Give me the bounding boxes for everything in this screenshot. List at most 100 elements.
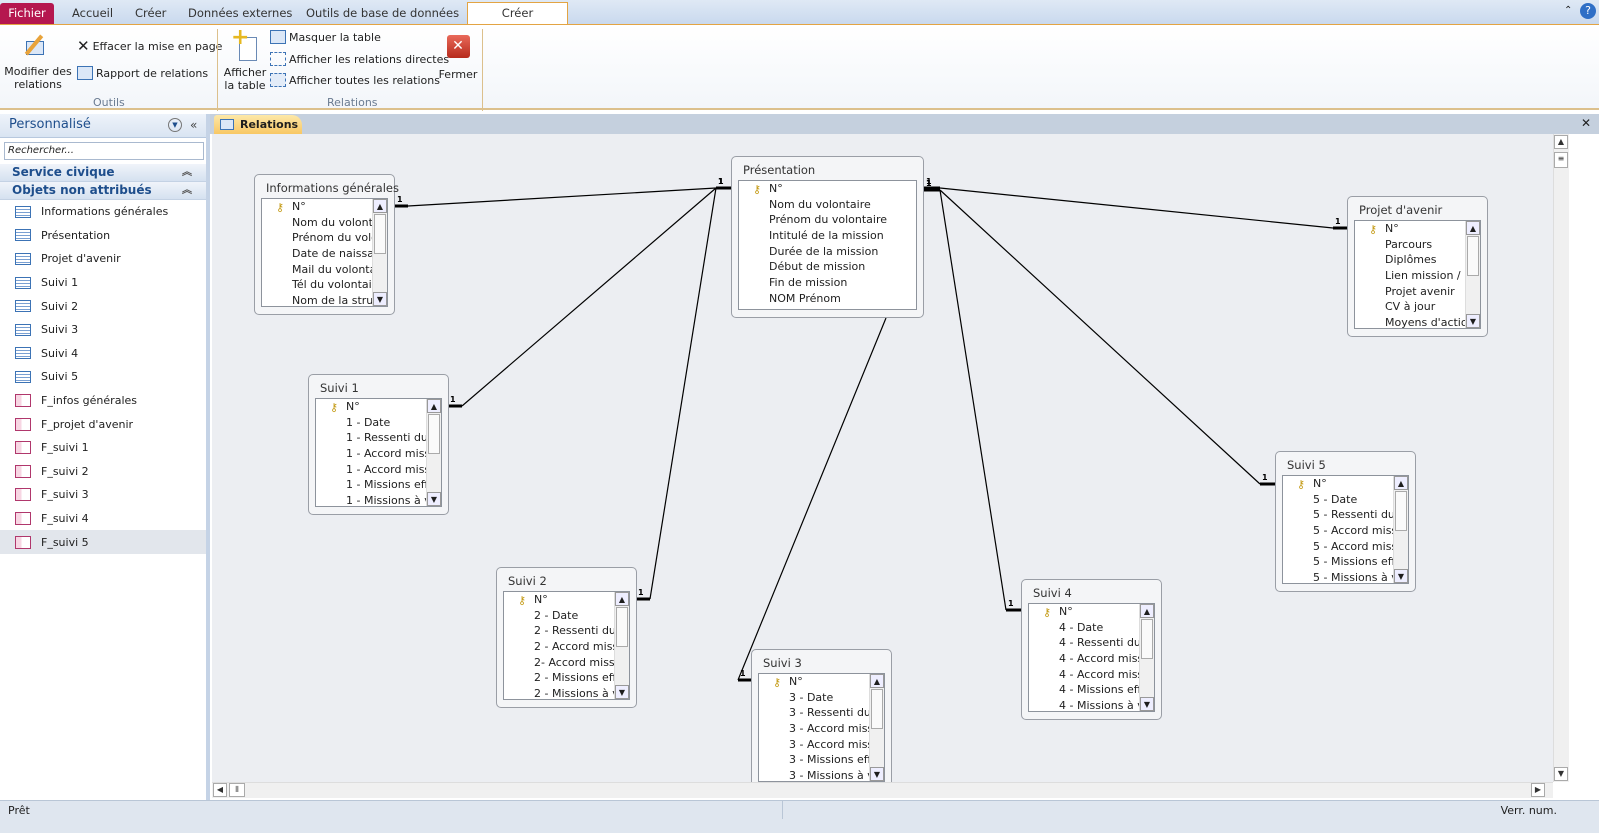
field[interactable]: 4 - Ressenti du volontaire	[1029, 635, 1139, 651]
relationship-line[interactable]	[939, 187, 1334, 229]
field[interactable]: Parcours	[1355, 237, 1465, 253]
nav-item[interactable]: F_projet d'avenir	[0, 412, 206, 436]
field[interactable]: ⚷ N°	[1355, 221, 1465, 237]
field[interactable]: Date de naissance	[262, 246, 372, 262]
relationship-line[interactable]	[649, 187, 717, 600]
scroll-thumb[interactable]: ⦀	[229, 783, 245, 797]
scroll-down-icon[interactable]: ▼	[870, 767, 884, 781]
table-box-projet[interactable]: Projet d'avenir ⚷ N° Parcours Diplômes Lien m…	[1347, 196, 1488, 337]
table-box-s2[interactable]: Suivi 2 ⚷ N° 2 - Date 2 - Ressenti du volont…	[496, 567, 637, 708]
field[interactable]: Mail du volontaire	[262, 262, 372, 278]
field[interactable]: ⚷ N°	[316, 399, 426, 415]
field[interactable]: 5 - Date	[1283, 492, 1393, 508]
section-service-civique[interactable]: Service civique ︽	[0, 164, 206, 182]
field[interactable]: 3 - Missions effectuées	[759, 752, 869, 768]
table-title[interactable]: Suivi 1	[309, 375, 448, 398]
field[interactable]: 1 - Missions à venir	[316, 493, 426, 506]
field[interactable]: Nom de la structure	[262, 293, 372, 306]
tab-fichier[interactable]: Fichier	[0, 3, 54, 24]
scroll-down-icon[interactable]: ▼	[373, 292, 387, 306]
scroll-up-icon[interactable]: ▲	[870, 674, 884, 688]
field[interactable]: Projet avenir	[1355, 284, 1465, 300]
table-title[interactable]: Suivi 3	[752, 650, 891, 673]
field[interactable]: Lien mission / projet	[1355, 268, 1465, 284]
toutes-relations-button[interactable]: Afficher toutes les relations	[270, 73, 440, 87]
help-icon[interactable]: ?	[1580, 3, 1596, 19]
nav-item[interactable]: F_suivi 5	[0, 530, 206, 554]
nav-item[interactable]: Suivi 3	[0, 318, 206, 342]
field[interactable]: Diplômes	[1355, 252, 1465, 268]
nav-item[interactable]: Suivi 1	[0, 271, 206, 295]
tab-outils-bdd[interactable]: Outils de base de données	[296, 3, 469, 24]
field[interactable]: 2 - Ressenti du volontaire	[504, 623, 614, 639]
tab-accueil[interactable]: Accueil	[62, 3, 123, 24]
field-scrollbar[interactable]: ▲ ▼	[869, 674, 884, 781]
field[interactable]: 5 - Accord mission	[1283, 523, 1393, 539]
nav-item[interactable]: Suivi 5	[0, 365, 206, 389]
afficher-table-button[interactable]: + Afficher la table	[222, 27, 268, 93]
field[interactable]: Nom du volontaire	[739, 197, 916, 213]
field-scrollbar[interactable]: ▲ ▼	[1393, 476, 1408, 583]
field[interactable]: Tél du volontaire	[262, 277, 372, 293]
table-title[interactable]: Informations générales	[255, 175, 399, 198]
scroll-up-icon[interactable]: ▲	[1466, 221, 1480, 235]
field[interactable]: ⚷ N°	[739, 181, 916, 197]
collapse-pane-icon[interactable]: «	[190, 114, 197, 136]
minimize-ribbon-icon[interactable]: ⌃	[1564, 5, 1572, 16]
field[interactable]: 1 - Accord mission	[316, 462, 426, 478]
field[interactable]: 3 - Accord mission	[759, 721, 869, 737]
field[interactable]: ⚷ N°	[759, 674, 869, 690]
vertical-scrollbar[interactable]: ▲ ≡ ▼	[1553, 134, 1569, 782]
nav-item[interactable]: Suivi 2	[0, 294, 206, 318]
relations-directes-button[interactable]: Afficher les relations directes	[270, 52, 449, 66]
field[interactable]: ⚷ N°	[504, 592, 614, 608]
field[interactable]: 2- Accord mission	[504, 655, 614, 671]
field[interactable]: 3 - Date	[759, 690, 869, 706]
field-scrollbar[interactable]: ▲ ▼	[614, 592, 629, 699]
masquer-table-button[interactable]: Masquer la table	[270, 30, 381, 44]
scroll-down-icon[interactable]: ▼	[1554, 767, 1568, 781]
relations-canvas[interactable]: 1111111111111 Informations générales ⚷ N° N…	[212, 134, 1553, 782]
scroll-down-icon[interactable]: ▼	[1394, 569, 1408, 583]
tab-creer[interactable]: Créer	[125, 3, 176, 24]
field[interactable]: ⚷ N°	[262, 199, 372, 215]
field-scrollbar[interactable]: ▲ ▼	[1465, 221, 1480, 328]
field[interactable]: 5 - Missions effectuées	[1283, 554, 1393, 570]
nav-header[interactable]: Personnalisé ▼ «	[0, 114, 206, 138]
field[interactable]: Début de mission	[739, 259, 916, 275]
rapport-relations-button[interactable]: Rapport de relations	[77, 66, 208, 80]
effacer-mise-en-page-button[interactable]: ✕ Effacer la mise en page	[77, 37, 222, 55]
field[interactable]: Prénom du volontaire	[739, 212, 916, 228]
field[interactable]: 2 - Missions effectuées	[504, 670, 614, 686]
scroll-up-icon[interactable]: ▲	[1394, 476, 1408, 490]
scroll-up-icon[interactable]: ▲	[615, 592, 629, 606]
scroll-left-icon[interactable]: ◀	[213, 783, 227, 797]
table-title[interactable]: Suivi 4	[1022, 580, 1161, 603]
table-box-s5[interactable]: Suivi 5 ⚷ N° 5 - Date 5 - Ressenti du volont…	[1275, 451, 1416, 592]
table-title[interactable]: Présentation	[732, 157, 923, 180]
relationship-line[interactable]	[939, 189, 1007, 611]
field[interactable]: 3 - Accord mission	[759, 737, 869, 753]
nav-item[interactable]: F_suivi 4	[0, 507, 206, 531]
table-box-s1[interactable]: Suivi 1 ⚷ N° 1 - Date 1 - Ressenti du volont…	[308, 374, 449, 515]
field[interactable]: 3 - Missions à venir	[759, 768, 869, 781]
field[interactable]: 1 - Ressenti du volontaire	[316, 430, 426, 446]
field[interactable]: Prénom du volontaire	[262, 230, 372, 246]
field[interactable]: 1 - Accord mission	[316, 446, 426, 462]
table-box-info[interactable]: Informations générales ⚷ N° Nom du volontai…	[254, 174, 399, 315]
field[interactable]: 5 - Missions à venir	[1283, 570, 1393, 583]
scroll-thumb[interactable]	[871, 689, 883, 729]
scroll-thumb[interactable]	[1141, 619, 1153, 659]
table-box-s3[interactable]: Suivi 3 ⚷ N° 3 - Date 3 - Ressenti du volont…	[751, 649, 892, 782]
scroll-thumb[interactable]	[374, 214, 386, 254]
modifier-relations-button[interactable]: Modifier des relations	[4, 31, 72, 91]
field[interactable]: 5 - Accord mission	[1283, 539, 1393, 555]
field[interactable]: 5 - Ressenti du volontaire	[1283, 507, 1393, 523]
scroll-thumb[interactable]	[1467, 236, 1479, 276]
scroll-right-icon[interactable]: ▶	[1531, 783, 1545, 797]
scroll-thumb[interactable]	[1395, 491, 1407, 531]
field[interactable]: 1 - Date	[316, 415, 426, 431]
field-scrollbar[interactable]: ▲ ▼	[426, 399, 441, 506]
chevron-down-icon[interactable]: ▼	[168, 118, 182, 132]
scroll-up-icon[interactable]: ▲	[373, 199, 387, 213]
